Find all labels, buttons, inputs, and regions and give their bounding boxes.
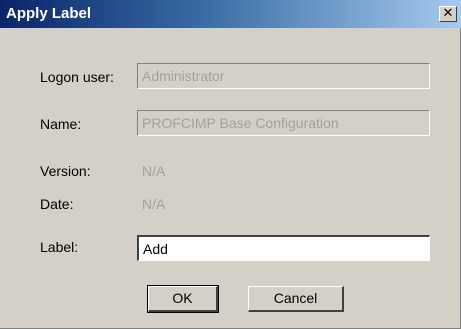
label-label: Label: bbox=[40, 239, 79, 255]
ok-button[interactable]: OK bbox=[147, 285, 219, 313]
label-input[interactable]: Add bbox=[137, 235, 430, 261]
close-icon: ✕ bbox=[442, 6, 454, 21]
date-value: N/A bbox=[142, 196, 166, 212]
dialog-title: Apply Label bbox=[6, 5, 92, 22]
cancel-button[interactable]: Cancel bbox=[248, 286, 344, 312]
title-bar[interactable]: Apply Label ✕ bbox=[0, 0, 461, 28]
name-label: Name: bbox=[40, 116, 82, 132]
logon-user-label: Logon user: bbox=[40, 69, 114, 85]
close-button[interactable]: ✕ bbox=[439, 6, 457, 22]
date-label: Date: bbox=[40, 196, 74, 212]
logon-user-field: Administrator bbox=[137, 63, 430, 89]
apply-label-dialog: Apply Label ✕ Logon user: Administrator … bbox=[0, 0, 461, 329]
version-label: Version: bbox=[40, 163, 91, 179]
name-field: PROFCIMP Base Configuration bbox=[137, 110, 430, 136]
version-value: N/A bbox=[142, 163, 166, 179]
